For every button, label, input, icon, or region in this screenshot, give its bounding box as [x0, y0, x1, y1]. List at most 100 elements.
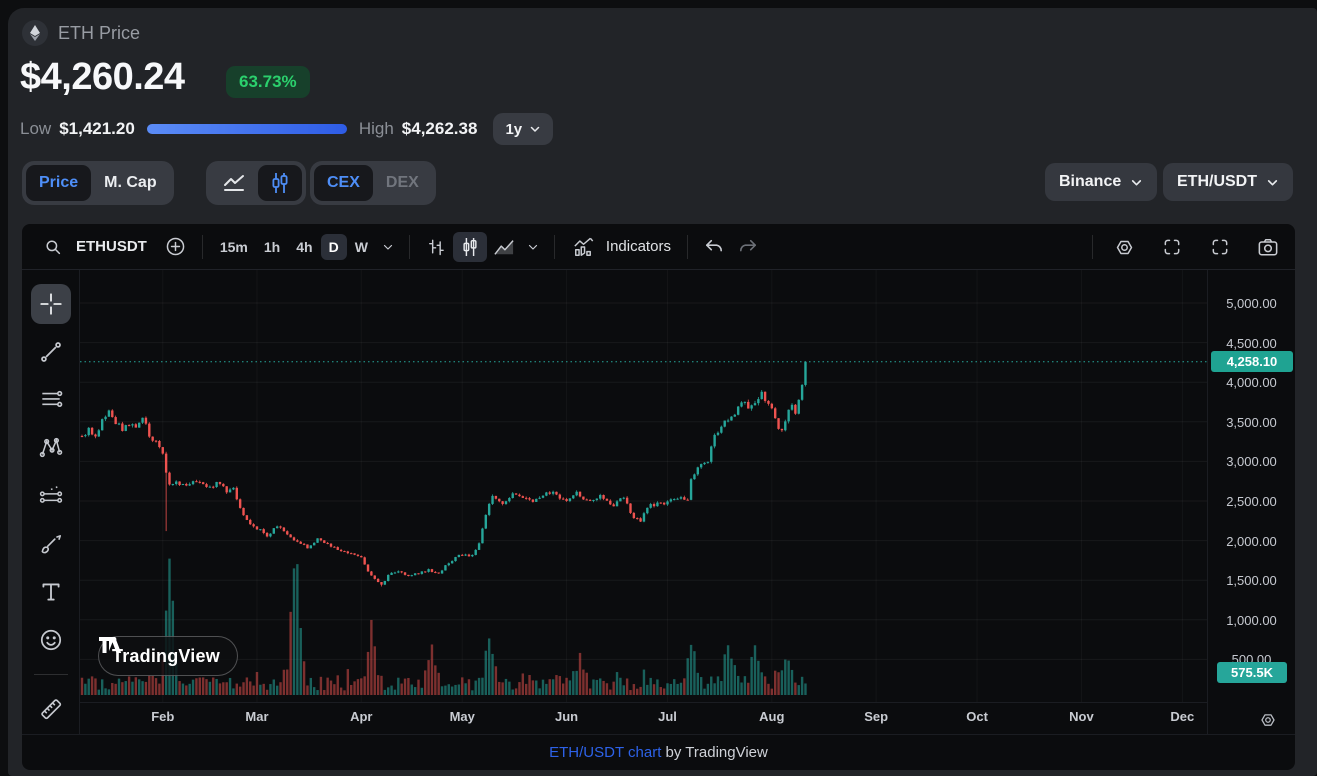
price-axis[interactable]: 5,000.00 4,500.00 4,000.00 3,500.00 3,000.00…: [1207, 270, 1295, 734]
toolbar-symbol[interactable]: ETHUSDT: [76, 238, 147, 255]
month-tick-label: Dec: [1170, 709, 1194, 724]
change-percent-badge: 63.73%: [226, 66, 310, 98]
undo-button[interactable]: [697, 232, 731, 262]
interval-1h[interactable]: 1h: [256, 234, 288, 260]
volume-tag: 575.5K: [1217, 662, 1287, 683]
candles-style-button[interactable]: [453, 232, 487, 262]
camera-icon: [1257, 237, 1279, 257]
price-range-bar: [147, 124, 347, 134]
fib-retracement-tool-button[interactable]: [31, 380, 71, 420]
month-tick-label: Nov: [1069, 709, 1094, 724]
month-tick-label: Jun: [555, 709, 578, 724]
price-tab[interactable]: Price: [26, 165, 91, 201]
price-tick-label: 2,500.00: [1208, 494, 1295, 509]
redo-icon: [737, 238, 759, 256]
price-tick-label: 5,000.00: [1208, 296, 1295, 311]
projection-tool-button[interactable]: [31, 476, 71, 516]
measure-tool-button[interactable]: [31, 689, 71, 729]
indicators-label[interactable]: Indicators: [606, 238, 671, 255]
interval-15m[interactable]: 15m: [212, 234, 256, 260]
pair-dropdown[interactable]: ETH/USDT: [1163, 163, 1293, 201]
interval-menu-button[interactable]: [376, 232, 400, 262]
area-chart-icon: [493, 237, 515, 257]
emoji-tool-button[interactable]: [31, 620, 71, 660]
cex-tab[interactable]: CEX: [314, 165, 373, 201]
price-tick-label: 3,500.00: [1208, 415, 1295, 430]
price-tick-label: 1,500.00: [1208, 573, 1295, 588]
text-icon: [38, 579, 64, 605]
projection-icon: [38, 483, 64, 509]
chart-settings-button[interactable]: [1107, 232, 1141, 262]
xabcd-pattern-tool-button[interactable]: [31, 428, 71, 468]
exchange-dropdown[interactable]: Binance: [1045, 163, 1157, 201]
price-tick-label: 4,000.00: [1208, 375, 1295, 390]
symbol-search-button[interactable]: [36, 232, 70, 262]
brush-icon: [38, 531, 64, 557]
widget-title: ETH Price: [58, 23, 140, 44]
maximize-chart-button[interactable]: [1203, 232, 1237, 262]
price-scale-settings-button[interactable]: [1259, 711, 1277, 729]
timeframe-dropdown[interactable]: 1y: [493, 113, 553, 145]
tradingview-widget: ETHUSDT 15m 1h 4h D W: [22, 224, 1295, 770]
eth-price-widget-card: ETH Price $4,260.24 63.73% Low $1,421.20…: [8, 8, 1317, 776]
tools-divider: [34, 674, 68, 675]
candles-chart-tab[interactable]: [258, 165, 302, 201]
tradingview-watermark-label: TradingView: [112, 646, 220, 667]
candlestick-chart-pane[interactable]: TradingView: [80, 270, 1207, 702]
last-price-tag: 4,258.10: [1211, 351, 1293, 372]
controls-row: Price M. Cap CEX DEX Binance ETH/USDT: [8, 161, 1317, 207]
fullscreen-button[interactable]: [1155, 232, 1189, 262]
gear-icon: [1114, 237, 1135, 258]
trend-line-tool-button[interactable]: [31, 332, 71, 372]
interval-1w[interactable]: W: [347, 234, 376, 260]
high-label: High: [359, 119, 394, 139]
pair-value: ETH/USDT: [1177, 173, 1257, 191]
tradingview-watermark[interactable]: TradingView: [98, 636, 238, 676]
undo-icon: [703, 238, 725, 256]
interval-1d[interactable]: D: [321, 234, 347, 260]
exchange-value: Binance: [1059, 173, 1121, 191]
high-value: $4,262.38: [402, 119, 478, 139]
chevron-down-icon: [527, 241, 539, 253]
month-tick-label: Jul: [658, 709, 677, 724]
indicators-button[interactable]: [564, 232, 604, 262]
style-menu-button[interactable]: [521, 232, 545, 262]
line-chart-tab[interactable]: [210, 165, 258, 201]
chart-attribution-link[interactable]: ETH/USDT chart: [549, 744, 661, 761]
mcap-tab[interactable]: M. Cap: [91, 165, 169, 201]
fib-retracement-icon: [38, 387, 64, 413]
tradingview-logo-icon: [99, 637, 125, 653]
crosshair-tool-button[interactable]: [31, 284, 71, 324]
ruler-icon: [38, 696, 64, 722]
emoji-smiley-icon: [38, 627, 64, 653]
drawing-tools-sidebar: [22, 270, 80, 734]
price-tick-label: 4,500.00: [1208, 336, 1295, 351]
brush-tool-button[interactable]: [31, 524, 71, 564]
text-tool-button[interactable]: [31, 572, 71, 612]
price-tick-label: 1,000.00: [1208, 613, 1295, 628]
line-chart-icon: [222, 173, 246, 193]
candlestick-icon: [270, 172, 290, 194]
month-tick-label: Mar: [245, 709, 268, 724]
redo-button[interactable]: [731, 232, 765, 262]
indicators-icon: [572, 236, 596, 258]
bars-style-button[interactable]: [419, 232, 453, 262]
low-high-range-row: Low $1,421.20 High $4,262.38 1y: [20, 112, 553, 146]
metric-toggle: Price M. Cap: [22, 161, 174, 205]
price-tick-label: 3,000.00: [1208, 454, 1295, 469]
timeframe-value: 1y: [505, 121, 522, 138]
interval-4h[interactable]: 4h: [288, 234, 320, 260]
chart-toolbar: ETHUSDT 15m 1h 4h D W: [22, 224, 1295, 270]
dex-tab[interactable]: DEX: [373, 165, 432, 201]
time-axis[interactable]: FebMarAprMayJunJulAugSepOctNovDec: [80, 702, 1207, 734]
ohlc-bars-icon: [426, 237, 446, 257]
area-style-button[interactable]: [487, 232, 521, 262]
current-price: $4,260.24: [20, 56, 185, 99]
low-value: $1,421.20: [59, 119, 135, 139]
crosshair-icon: [38, 291, 64, 317]
screenshot-button[interactable]: [1251, 232, 1285, 262]
compare-add-button[interactable]: [159, 232, 193, 262]
widget-header: ETH Price: [22, 20, 140, 46]
fullscreen-brackets-icon: [1162, 237, 1182, 257]
chevron-down-icon: [382, 241, 394, 253]
